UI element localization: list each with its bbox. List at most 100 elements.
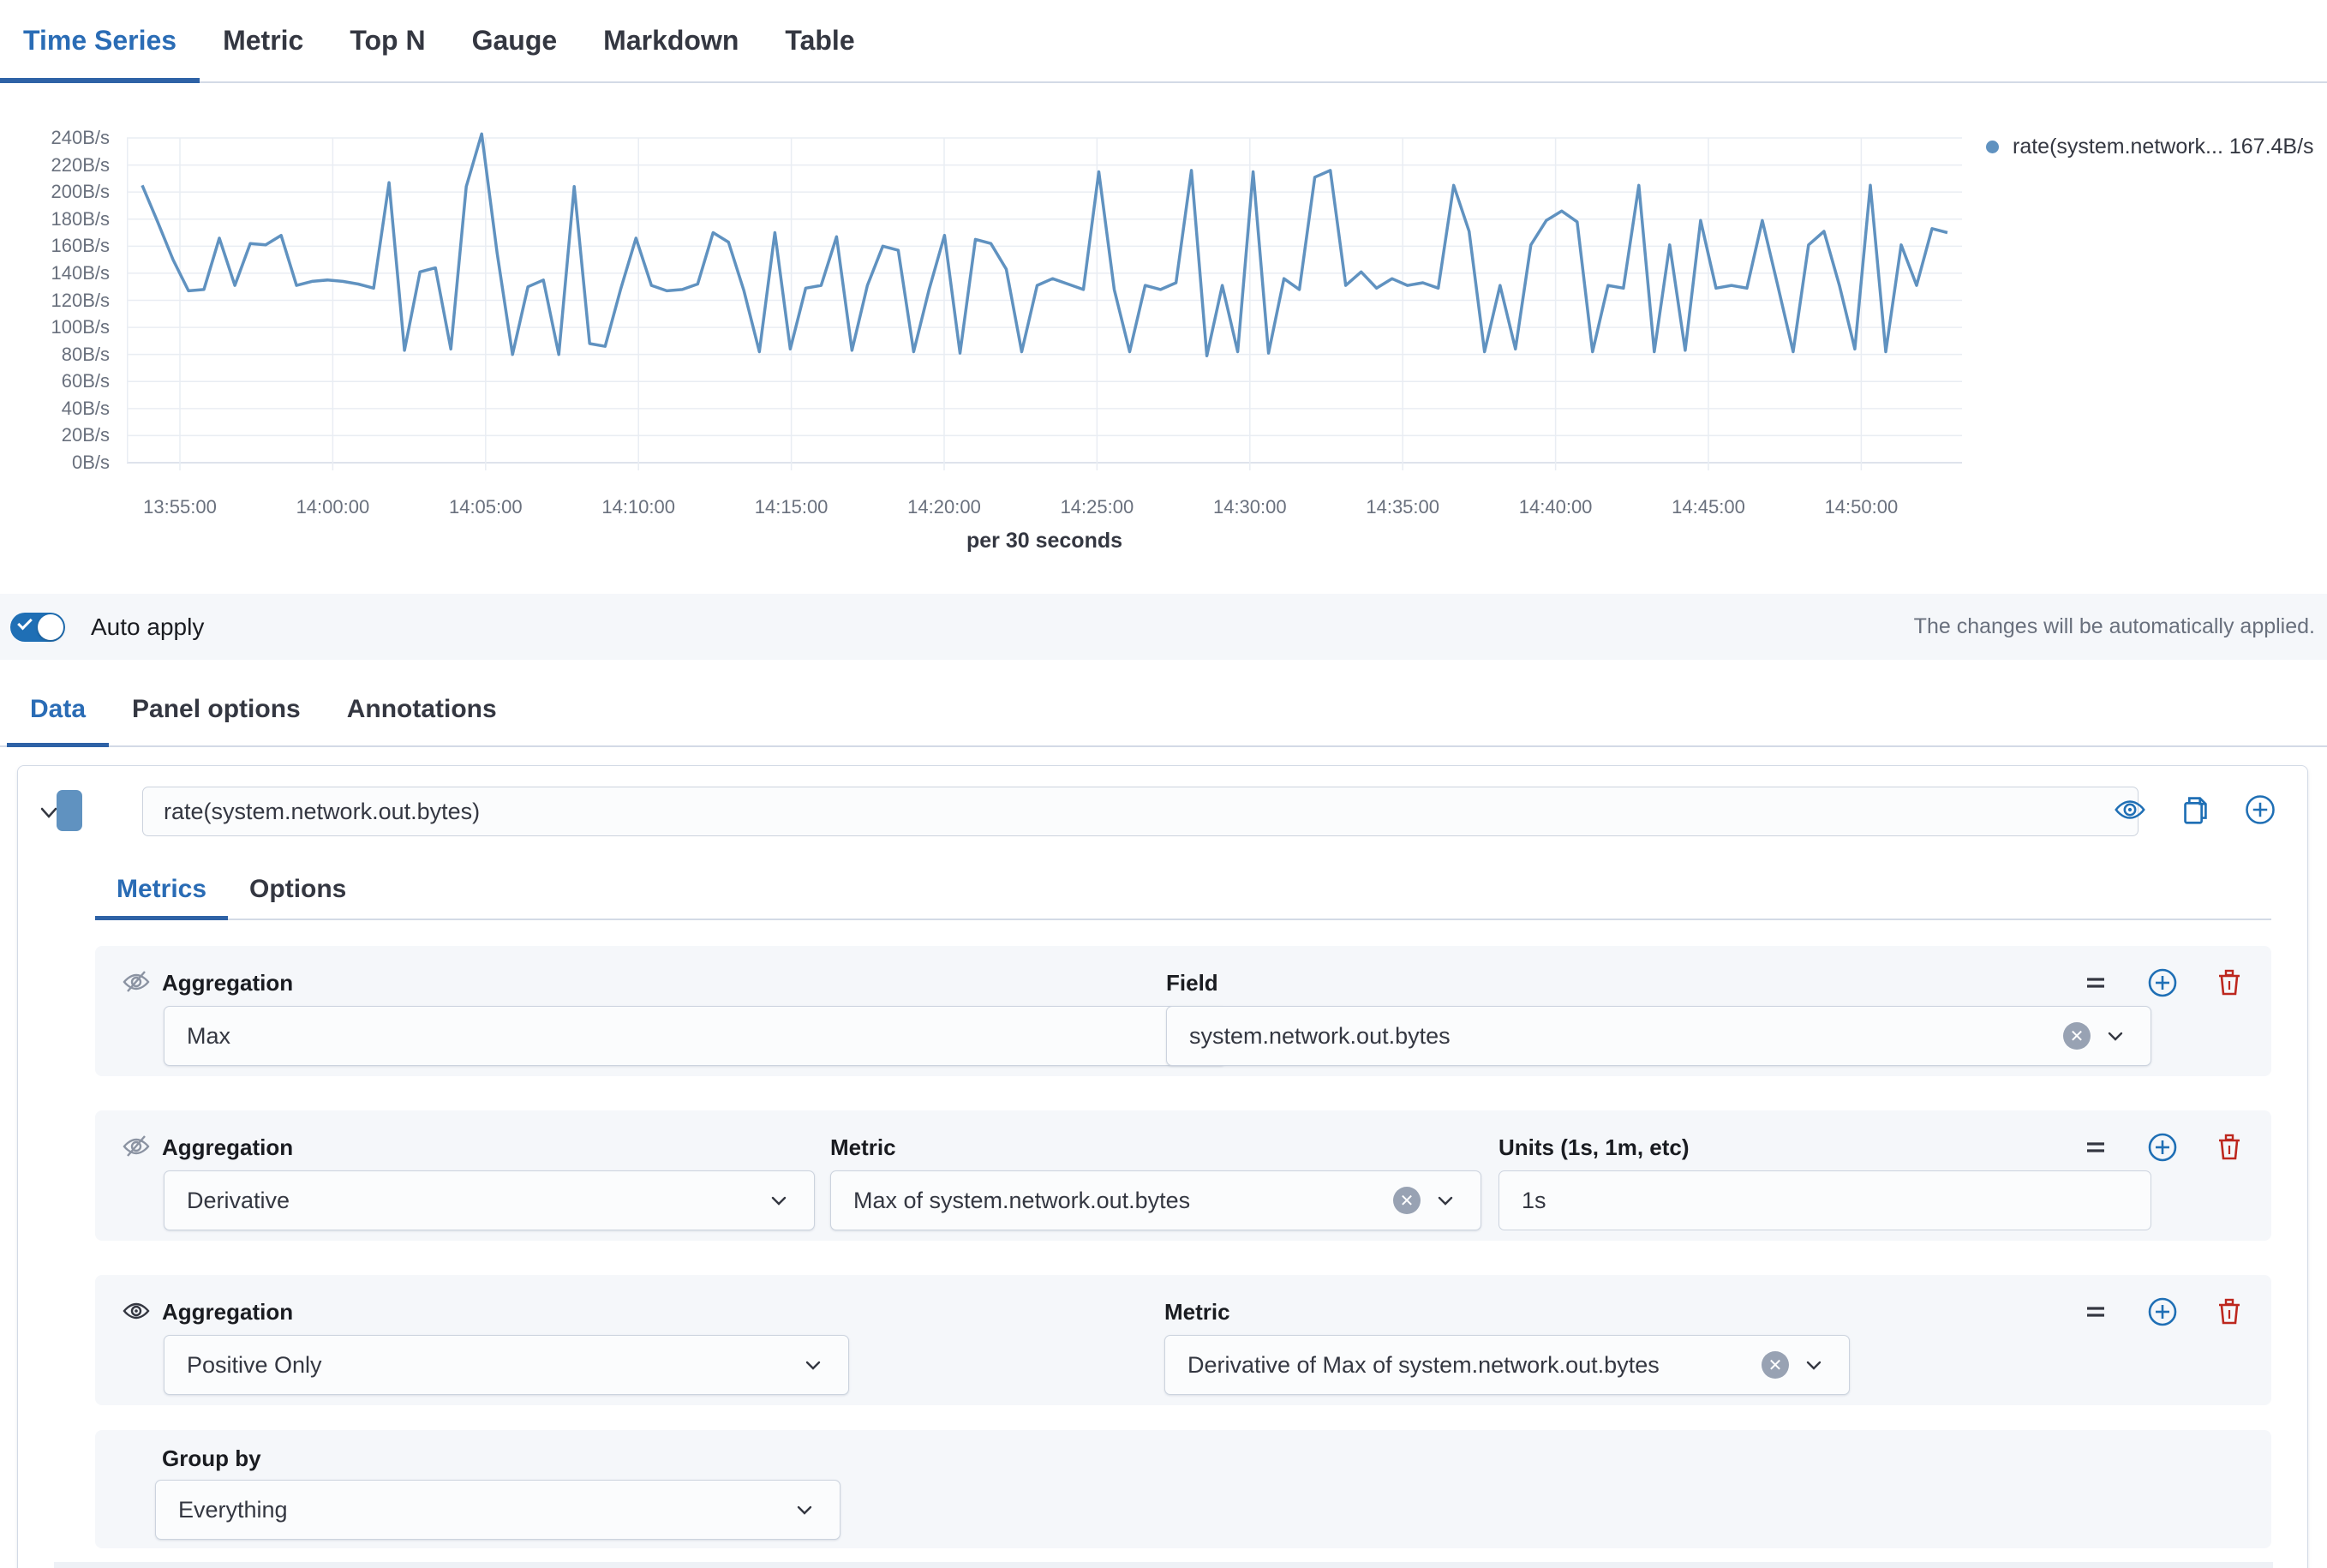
drag-handle-icon[interactable] — [2078, 1294, 2114, 1330]
tab-metrics[interactable]: Metrics — [95, 860, 228, 919]
chevron-down-icon — [1801, 1352, 1827, 1378]
eye-icon — [121, 1296, 152, 1326]
drag-handle-icon[interactable] — [2078, 1129, 2114, 1165]
y-tick-label: 180B/s — [15, 208, 110, 230]
next-section-divider — [54, 1562, 2273, 1568]
tab-options[interactable]: Options — [228, 860, 368, 919]
tab-panel-options[interactable]: Panel options — [109, 673, 324, 745]
add-metric-icon[interactable] — [2145, 1294, 2180, 1330]
series-name-input[interactable] — [142, 787, 2139, 836]
tab-markdown[interactable]: Markdown — [580, 0, 762, 81]
auto-apply-note: The changes will be automatically applie… — [1914, 614, 2315, 639]
y-tick-label: 200B/s — [15, 181, 110, 203]
tab-time-series[interactable]: Time Series — [0, 0, 200, 81]
x-tick-label: 14:45:00 — [1672, 496, 1745, 518]
y-tick-label: 160B/s — [15, 235, 110, 257]
y-tick-label: 220B/s — [15, 154, 110, 177]
metric-label: Metric — [830, 1134, 896, 1161]
clear-metric-icon[interactable]: ✕ — [1762, 1351, 1789, 1379]
aggregation-select[interactable]: Positive Only — [164, 1335, 849, 1395]
x-tick-label: 14:50:00 — [1825, 496, 1899, 518]
x-tick-label: 14:25:00 — [1061, 496, 1134, 518]
units-label: Units (1s, 1m, etc) — [1498, 1134, 1690, 1161]
clear-field-icon[interactable]: ✕ — [2063, 1022, 2091, 1050]
chevron-down-icon — [766, 1188, 792, 1213]
time-series-chart: 240B/s 220B/s 200B/s 180B/s 160B/s 140B/s 120B… — [0, 83, 2327, 594]
series-card: Metrics Options Aggregation Max Field sy… — [17, 765, 2308, 1568]
auto-apply-toggle[interactable] — [10, 613, 65, 642]
y-tick-label: 80B/s — [15, 344, 110, 366]
group-by-select[interactable]: Everything — [155, 1480, 840, 1540]
metric-row-positive-only: Aggregation Positive Only Metric Derivat… — [95, 1275, 2271, 1405]
field-label: Field — [1166, 970, 1218, 996]
x-tick-label: 14:40:00 — [1519, 496, 1593, 518]
y-tick-label: 140B/s — [15, 262, 110, 284]
toggle-knob — [38, 614, 63, 640]
y-tick-label: 240B/s — [15, 127, 110, 149]
tab-data[interactable]: Data — [7, 673, 109, 745]
group-by-row: Group by Everything — [95, 1430, 2271, 1548]
aggregation-label: Aggregation — [162, 1134, 293, 1161]
series-color-swatch[interactable] — [57, 790, 82, 831]
series-line — [142, 134, 1947, 356]
tsvb-editor: Time Series Metric Top N Gauge Markdown … — [0, 0, 2327, 1568]
chevron-down-icon — [2103, 1023, 2128, 1049]
y-tick-label: 0B/s — [15, 452, 110, 474]
auto-apply-bar: Auto apply The changes will be automatic… — [0, 594, 2327, 660]
x-tick-label: 13:55:00 — [143, 496, 217, 518]
delete-metric-icon[interactable] — [2211, 1129, 2247, 1165]
metrics-tabbar: Metrics Options — [95, 860, 2271, 920]
y-tick-label: 120B/s — [15, 290, 110, 312]
auto-apply-label: Auto apply — [91, 613, 204, 641]
add-metric-icon[interactable] — [2145, 965, 2180, 1001]
editor-tabbar: Data Panel options Annotations — [0, 673, 2327, 747]
x-tick-label: 14:05:00 — [449, 496, 523, 518]
y-tick-label: 40B/s — [15, 398, 110, 420]
interval-label: per 30 seconds — [127, 529, 1962, 554]
eye-slash-icon — [121, 967, 152, 997]
tab-gauge[interactable]: Gauge — [449, 0, 581, 81]
x-tick-label: 14:00:00 — [296, 496, 370, 518]
clear-metric-icon[interactable]: ✕ — [1393, 1187, 1421, 1214]
units-input[interactable] — [1498, 1170, 2151, 1230]
duplicate-icon[interactable] — [2177, 792, 2213, 828]
tab-annotations[interactable]: Annotations — [324, 673, 520, 745]
drag-handle-icon[interactable] — [2078, 965, 2114, 1001]
aggregation-select[interactable]: Max — [164, 1006, 1226, 1066]
chevron-down-icon — [792, 1497, 817, 1523]
eye-icon[interactable] — [2112, 792, 2148, 828]
y-tick-label: 60B/s — [15, 370, 110, 392]
metric-row-max: Aggregation Max Field system.network.out… — [95, 946, 2271, 1076]
aggregation-label: Aggregation — [162, 1299, 293, 1326]
series-header — [18, 785, 2307, 836]
x-tick-label: 14:20:00 — [907, 496, 981, 518]
chevron-down-icon — [800, 1352, 826, 1378]
eye-slash-icon — [121, 1131, 152, 1162]
field-select[interactable]: system.network.out.bytes ✕ — [1166, 1006, 2151, 1066]
metric-label: Metric — [1164, 1299, 1230, 1326]
legend-series-label: rate(system.network... 167.4B/s — [2013, 135, 2314, 159]
aggregation-label: Aggregation — [162, 970, 293, 996]
y-tick-label: 100B/s — [15, 316, 110, 338]
check-icon — [17, 614, 33, 630]
chart-plot — [127, 131, 1962, 472]
delete-metric-icon[interactable] — [2211, 965, 2247, 1001]
group-by-label: Group by — [162, 1445, 261, 1472]
metric-select[interactable]: Derivative of Max of system.network.out.… — [1164, 1335, 1850, 1395]
legend-series-dot — [1986, 141, 1999, 153]
x-tick-label: 14:35:00 — [1366, 496, 1439, 518]
viz-tabbar: Time Series Metric Top N Gauge Markdown … — [0, 0, 2327, 83]
aggregation-select[interactable]: Derivative — [164, 1170, 815, 1230]
tab-top-n[interactable]: Top N — [326, 0, 448, 81]
x-tick-label: 14:30:00 — [1213, 496, 1287, 518]
x-tick-label: 14:15:00 — [755, 496, 829, 518]
tab-metric[interactable]: Metric — [200, 0, 326, 81]
tab-table[interactable]: Table — [762, 0, 877, 81]
delete-metric-icon[interactable] — [2211, 1294, 2247, 1330]
x-tick-label: 14:10:00 — [601, 496, 675, 518]
metric-select[interactable]: Max of system.network.out.bytes ✕ — [830, 1170, 1481, 1230]
add-series-icon[interactable] — [2242, 792, 2278, 828]
chevron-down-icon — [1433, 1188, 1458, 1213]
legend-item[interactable]: rate(system.network... 167.4B/s — [1986, 135, 2314, 159]
add-metric-icon[interactable] — [2145, 1129, 2180, 1165]
